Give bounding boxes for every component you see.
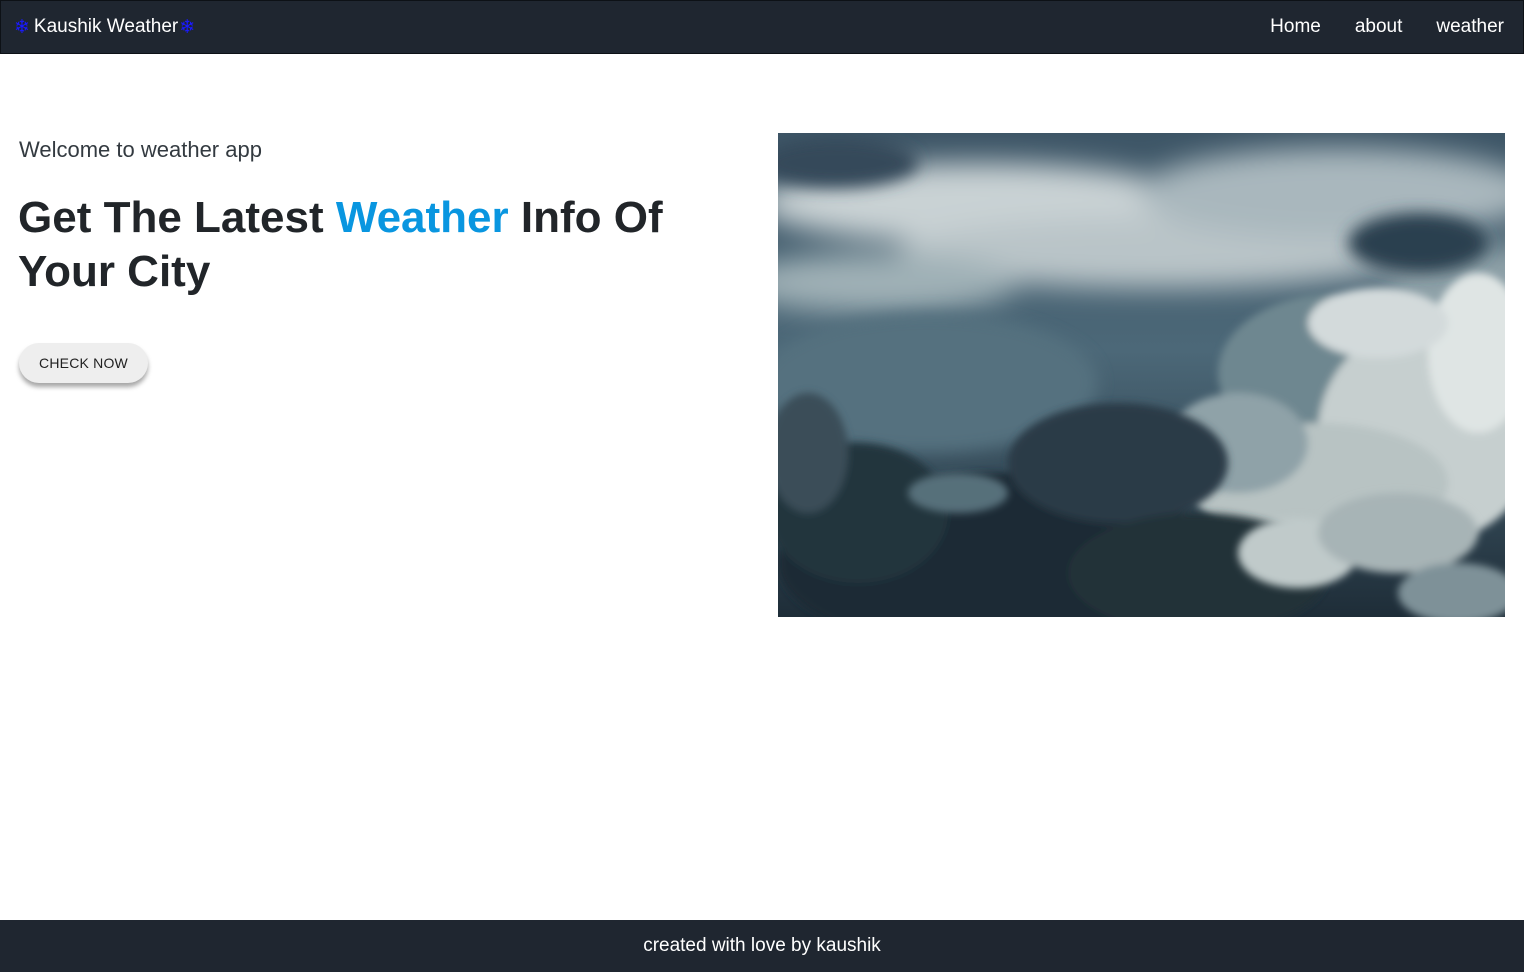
page: ❄ Kaushik Weather ❄ Home about weather W… — [0, 0, 1524, 972]
navbar: ❄ Kaushik Weather ❄ Home about weather — [0, 0, 1524, 54]
headline-part-1: Get The Latest — [18, 193, 336, 242]
footer: created with love by kaushik — [0, 920, 1524, 972]
footer-text: created with love by kaushik — [643, 935, 881, 956]
nav-links: Home about weather — [1236, 16, 1504, 38]
check-now-button[interactable]: CHECK NOW — [19, 343, 148, 383]
nav-link-weather[interactable]: weather — [1436, 16, 1504, 38]
cloud-image — [778, 133, 1505, 617]
welcome-text: Welcome to weather app — [19, 137, 262, 162]
snowflake-icon: ❄ — [179, 16, 196, 38]
nav-link-home[interactable]: Home — [1270, 16, 1321, 38]
page-title: Get The Latest Weather Info Of Your City — [18, 191, 738, 299]
brand[interactable]: ❄ Kaushik Weather ❄ — [14, 16, 195, 38]
brand-name[interactable]: Kaushik Weather — [34, 16, 178, 38]
nav-link-about[interactable]: about — [1355, 16, 1403, 38]
headline-accent: Weather — [335, 193, 509, 242]
snowflake-icon: ❄ — [14, 16, 30, 38]
